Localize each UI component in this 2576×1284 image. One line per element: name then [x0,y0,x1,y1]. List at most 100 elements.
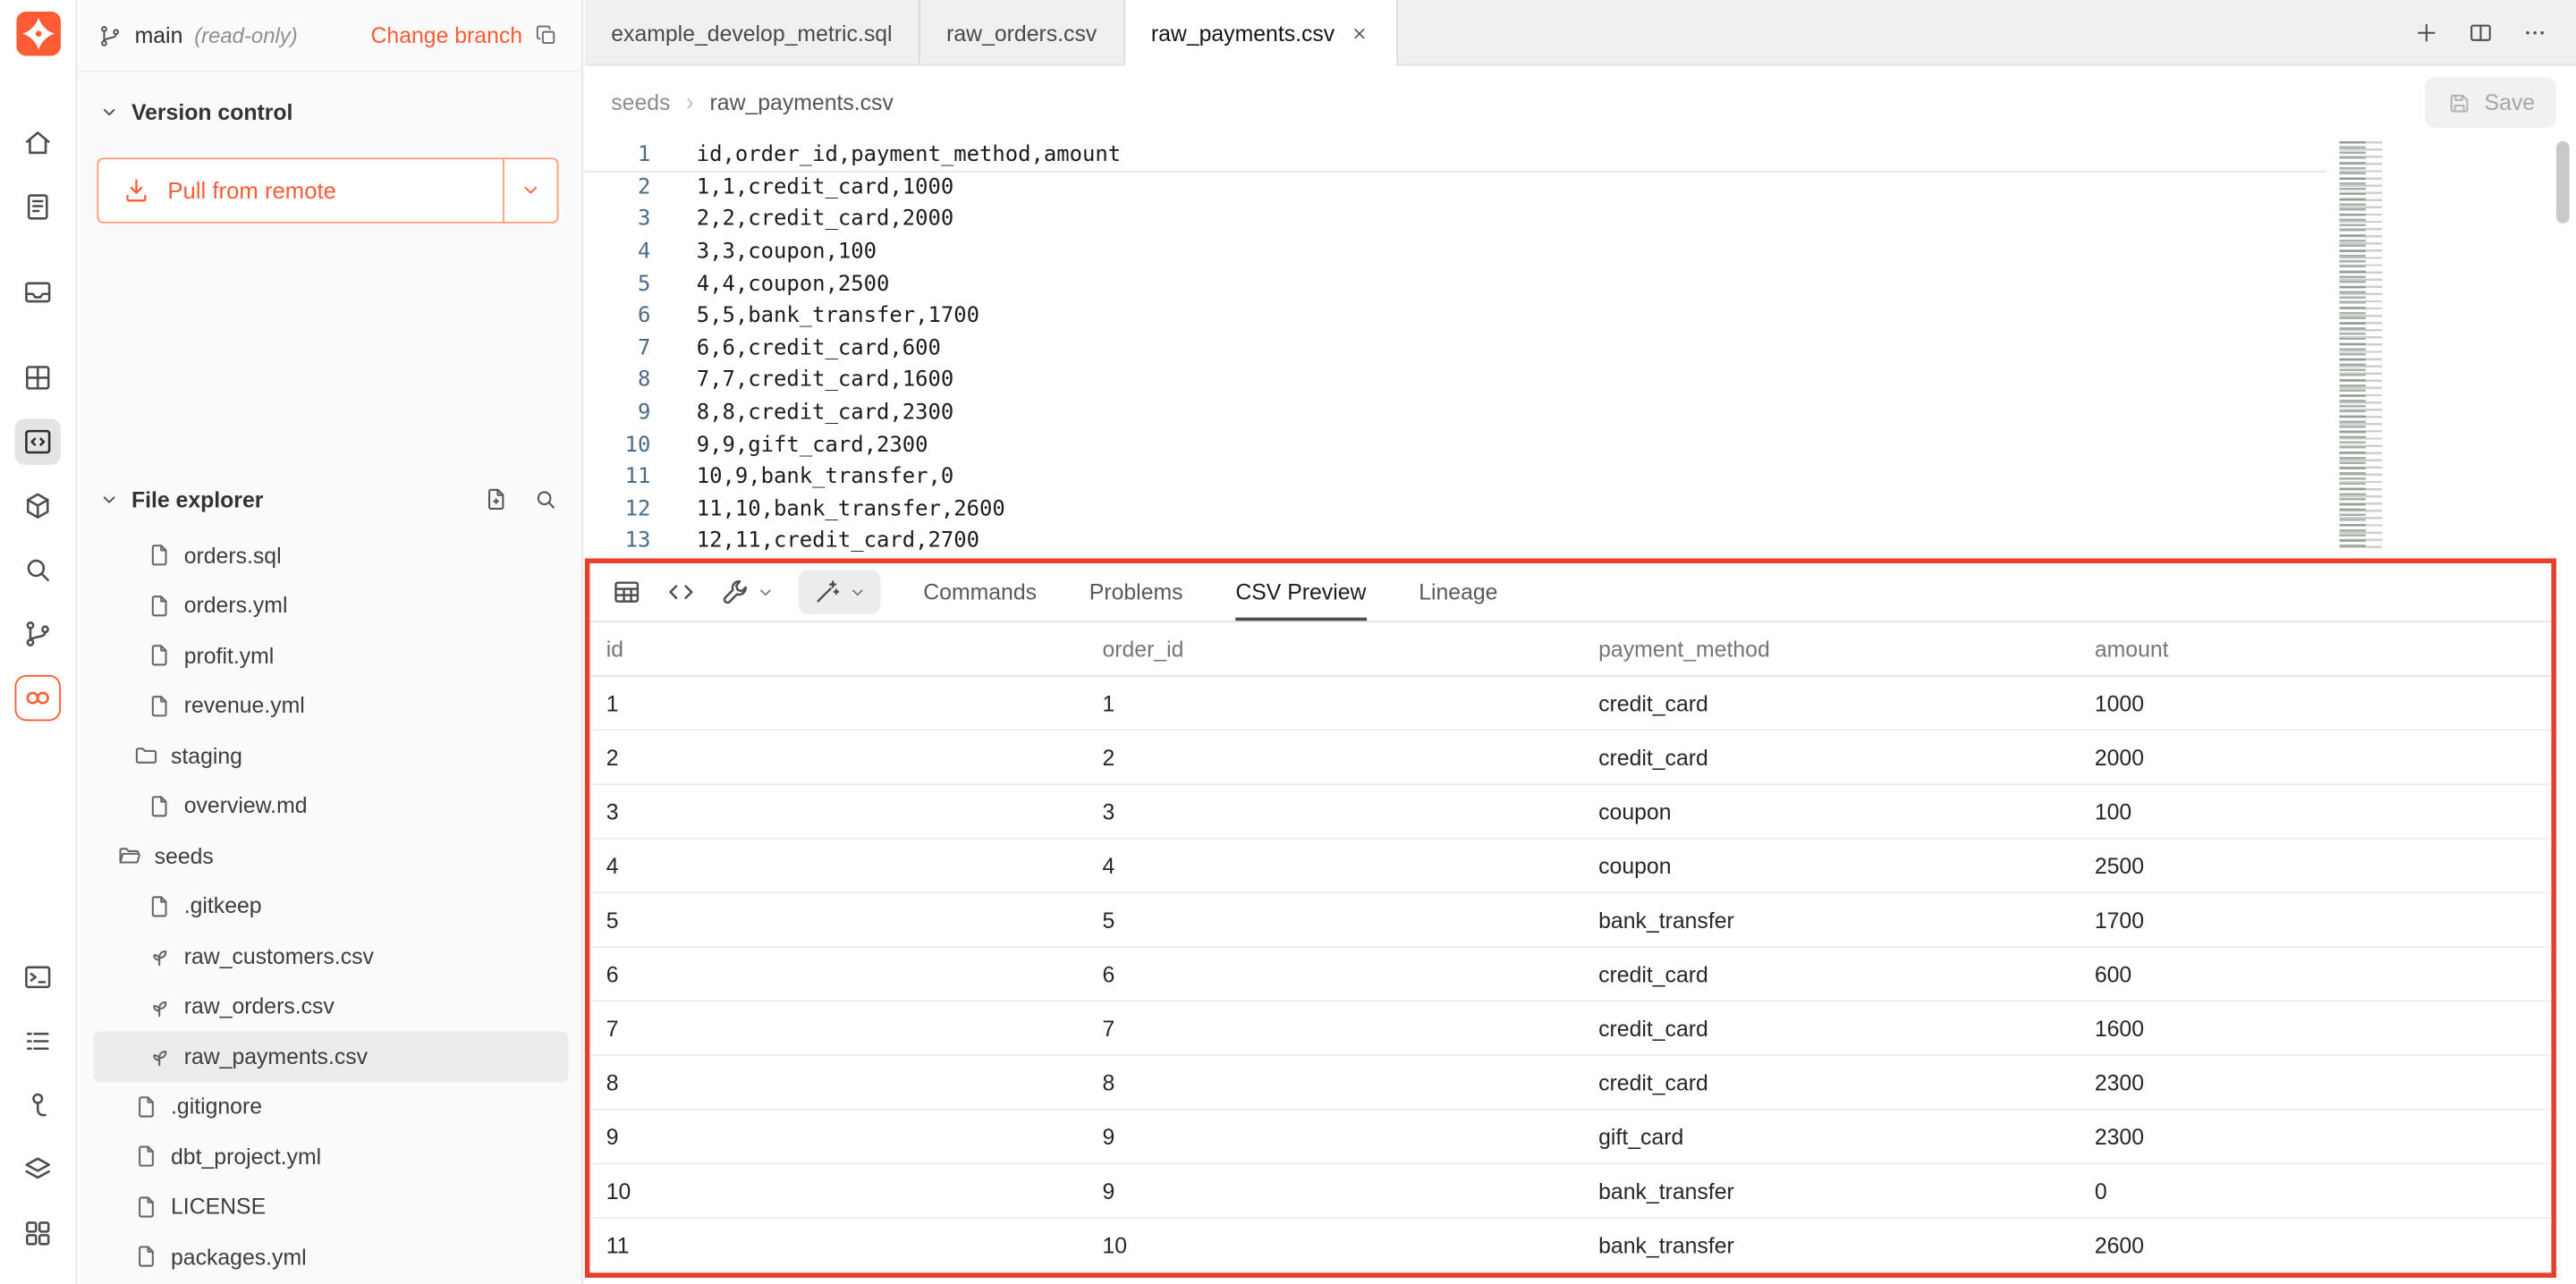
search-icon[interactable] [532,486,558,512]
pull-from-remote-button[interactable]: Pull from remote [97,157,558,223]
file-item-raw_orders.csv[interactable]: raw_orders.csv [94,981,569,1031]
file-item-raw_payments.csv[interactable]: raw_payments.csv [94,1031,569,1081]
terminal-rail-button[interactable] [15,954,61,1000]
cube-rail-button[interactable] [15,483,61,528]
query-search-rail-button[interactable] [15,547,61,593]
editor-tab-example_develop_metric.sql[interactable]: example_develop_metric.sql [585,0,920,65]
code-line[interactable]: 1312,11,credit_card,2700 [585,526,2326,558]
version-control-title: Version control [131,99,293,124]
results-table-button[interactable] [611,577,642,608]
catalog-rail-button[interactable] [15,675,61,721]
file-item-raw_customers.csv[interactable]: raw_customers.csv [94,931,569,981]
build-button[interactable] [719,577,775,608]
drawer-rail-button[interactable] [15,269,61,315]
column-header-id: id [589,637,1086,662]
layers-rail-button[interactable] [15,1146,61,1192]
code-line[interactable]: 43,3,coupon,100 [585,236,2326,268]
file-label: orders.sql [184,543,282,568]
file-item-profit.yml[interactable]: profit.yml [94,630,569,680]
branch-graph-icon [21,618,55,651]
app-window: main (read-only) Change branch Version c… [0,0,2576,1284]
panel-tab-CSV Preview[interactable]: CSV Preview [1235,563,1366,621]
plus-icon[interactable] [2413,20,2439,46]
file-item-dbt_project.yml[interactable]: dbt_project.yml [94,1132,569,1182]
code-line[interactable]: 65,5,bank_transfer,1700 [585,300,2326,333]
file-item-packages.yml[interactable]: packages.yml [94,1232,569,1282]
table-cell: 5 [589,908,1086,933]
file-item-overview.md[interactable]: overview.md [94,781,569,831]
code-line[interactable]: 32,2,credit_card,2000 [585,204,2326,236]
save-button[interactable]: Save [2425,77,2556,128]
notebook-rail-button[interactable] [15,184,61,230]
file-icon [133,1144,159,1170]
new-file-icon[interactable] [483,486,509,512]
file-label: .gitignore [171,1094,262,1119]
code-line[interactable]: 98,8,credit_card,2300 [585,397,2326,429]
git-hook-rail-button[interactable] [15,1082,61,1128]
split-view-icon[interactable] [2468,20,2494,46]
file-item-.gitignore[interactable]: .gitignore [94,1081,569,1131]
home-rail-button[interactable] [15,120,61,165]
copy-icon[interactable] [534,23,559,48]
code-line[interactable]: 109,9,gift_card,2300 [585,429,2326,461]
table-cell: 2 [1086,745,1582,770]
dbt-logo[interactable] [15,12,60,56]
more-icon[interactable] [2521,20,2547,46]
change-branch-link[interactable]: Change branch [370,23,522,48]
breadcrumb-seeds[interactable]: seeds [611,90,670,115]
git-hook-icon [21,1089,55,1122]
develop-rail-button[interactable] [15,418,61,464]
file-icon [146,793,172,819]
pull-from-remote-main[interactable]: Pull from remote [98,159,503,222]
editor-tab-raw_orders.csv[interactable]: raw_orders.csv [920,0,1125,65]
file-item-seeds[interactable]: seeds [94,831,569,881]
editor-scrollbar[interactable] [2556,141,2570,224]
code-line[interactable]: 1110,9,bank_transfer,0 [585,461,2326,494]
file-item-orders.sql[interactable]: orders.sql [94,530,569,580]
code-line[interactable]: 87,7,credit_card,1600 [585,365,2326,397]
develop-icon [21,426,55,459]
table-cell: 8 [1086,1070,1582,1095]
terminal-icon [21,960,55,993]
code-line[interactable]: 76,6,credit_card,600 [585,333,2326,365]
chevron-down-icon [848,582,868,602]
branch-graph-rail-button[interactable] [15,611,61,656]
pull-from-remote-label: Pull from remote [167,177,336,203]
line-number: 1 [585,142,650,167]
code-line[interactable]: 54,4,coupon,2500 [585,268,2326,300]
folder-open-icon [116,843,142,869]
file-item-orders.yml[interactable]: orders.yml [94,580,569,630]
file-explorer-header[interactable]: File explorer [77,479,581,519]
table-cell: 7 [589,1016,1086,1041]
file-label: raw_orders.csv [184,994,335,1019]
code-button[interactable] [665,577,697,608]
drawer-icon [21,276,55,309]
copilot-button[interactable] [799,570,881,614]
line-number: 3 [585,207,650,232]
grid-rail-button[interactable] [15,355,61,401]
pull-options-caret[interactable] [503,159,557,222]
checklist-rail-button[interactable] [15,1018,61,1064]
close-icon[interactable] [1350,22,1371,44]
code-editor[interactable]: 1id,order_id,payment_method,amount21,1,c… [585,139,2326,560]
table-cell: 100 [2078,799,2551,824]
code-line[interactable]: 21,1,credit_card,1000 [585,172,2326,204]
apps-rail-button[interactable] [15,1211,61,1256]
panel-tab-Lineage[interactable]: Lineage [1419,563,1497,621]
file-item-staging[interactable]: staging [94,731,569,781]
file-item-revenue.yml[interactable]: revenue.yml [94,680,569,731]
code-line[interactable]: 1id,order_id,payment_method,amount [585,139,2326,172]
editor-minimap[interactable] [2340,141,2383,549]
tab-label: example_develop_metric.sql [611,21,892,46]
code-line[interactable]: 1211,10,bank_transfer,2600 [585,494,2326,526]
file-item-LICENSE[interactable]: LICENSE [94,1182,569,1232]
file-item-.gitkeep[interactable]: .gitkeep [94,881,569,931]
folder-icon [133,743,159,769]
editor-tab-raw_payments.csv[interactable]: raw_payments.csv [1124,0,1398,65]
table-cell: 11 [589,1232,1086,1257]
version-control-header[interactable]: Version control [77,92,581,131]
panel-tab-Problems[interactable]: Problems [1089,563,1183,621]
breadcrumb-raw_payments.csv: raw_payments.csv [710,90,894,115]
panel-tab-Commands[interactable]: Commands [923,563,1037,621]
save-icon [2446,89,2472,115]
